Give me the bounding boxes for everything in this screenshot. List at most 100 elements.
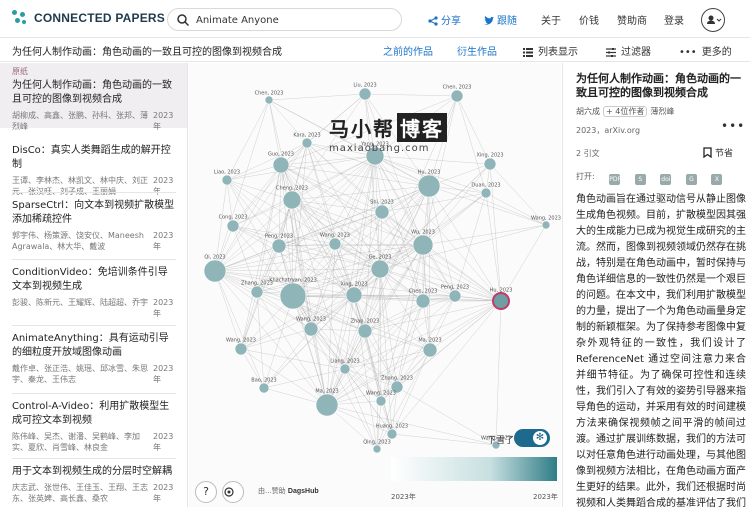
paper-node[interactable]: Wang, 2023 <box>226 338 256 356</box>
derivative-works-button[interactable]: 衍生作品 <box>457 43 497 58</box>
sponsor-credit[interactable]: 由...赞助 DagsHub <box>258 486 319 496</box>
paper-node[interactable]: Hu, 2023 <box>418 170 441 198</box>
node-label: Shi, 2023 <box>370 200 394 206</box>
paper-card[interactable]: AnimateAnything：具有运动引导的细粒度开放域图像动画 戴作卓、张正… <box>0 329 187 385</box>
paper-node-circle[interactable] <box>448 289 462 303</box>
user-icon <box>707 15 722 24</box>
graph-canvas[interactable]: Liu, 2023 Chen, 2023 Chen, 2023 Kara, 2023 G… <box>189 63 561 507</box>
paper-node-circle[interactable] <box>357 323 373 339</box>
paper-node[interactable]: Kara, 2023 <box>293 133 321 149</box>
paper-node[interactable]: Cong, 2023 <box>219 215 248 233</box>
node-label: Cong, 2023 <box>219 215 248 221</box>
share-button[interactable]: 分享 <box>428 12 461 27</box>
detail-last-author[interactable]: 薄烈峰 <box>650 107 674 116</box>
paper-node[interactable]: Bao, 2023 <box>251 378 277 394</box>
paper-node-circle[interactable] <box>250 285 264 299</box>
paper-node-circle[interactable] <box>372 444 382 454</box>
paper-node-circle[interactable] <box>358 87 372 101</box>
paper-node-circle[interactable] <box>282 190 302 210</box>
paper-node-circle[interactable] <box>412 234 434 256</box>
paper-card[interactable]: Control-A-Video：利用扩散模型生成可控文本到视频 陈伟峰、吴杰、谢… <box>0 397 187 453</box>
paper-card[interactable]: 用于文本到视频生成的分层时空解耦 庆志武、张世伟、王佳玉、王翔、王志东、张英婢、… <box>0 462 187 504</box>
paper-node-circle[interactable] <box>339 363 351 375</box>
paper-card[interactable]: 原纸 为任何人制作动画：角色动画的一致且可控的图像到视频合成 胡柳成、高鑫、张鹏… <box>0 63 187 131</box>
search-input[interactable] <box>196 12 396 28</box>
paper-node[interactable]: Wang, 2023 <box>531 216 561 230</box>
arxiv-icon[interactable]: X <box>711 174 723 185</box>
paper-node-circle[interactable] <box>279 282 307 310</box>
snow-toggle[interactable]: ✻ <box>514 429 550 447</box>
paper-year: 2023 年 <box>153 111 174 131</box>
paper-node-circle[interactable] <box>226 219 240 233</box>
follow-button[interactable]: 跟随 <box>483 12 517 27</box>
paper-node-circle[interactable] <box>328 237 342 251</box>
paper-node[interactable]: Qing, 2023 <box>363 440 391 454</box>
paper-authors: 戴作卓、张正浩、姚瑶、邱冰雪、朱思宇、秦龙、王伟志 <box>12 364 148 384</box>
paper-node[interactable]: Qi, 2023 <box>203 255 227 283</box>
divider <box>12 325 176 326</box>
paper-node-circle[interactable] <box>301 137 313 149</box>
paper-node-circle[interactable] <box>541 220 551 230</box>
paper-card[interactable]: ConditionVideo：免培训条件引导文本到视频生成 彭骏、陈新元、王耀辉… <box>0 263 187 319</box>
paper-node[interactable]: Duan, 2023 <box>471 183 501 199</box>
save-button[interactable]: 节省 <box>703 146 733 159</box>
login-link[interactable]: 登录 <box>664 12 684 27</box>
paper-card[interactable]: SparseCtrl：向文本到视频扩散模型添加稀疏控件 郭宇伟、杨策源、饶安仪、… <box>0 196 187 252</box>
paper-node-circle[interactable] <box>386 428 398 440</box>
semantic-scholar-icon[interactable]: S <box>634 174 646 185</box>
paper-node-circle[interactable] <box>303 321 319 337</box>
paper-card[interactable]: DisCo：真实人类舞蹈生成的解开控制 王谭、李林杰、林凯文、林中庆、刘正元、张… <box>0 141 187 197</box>
locate-button[interactable] <box>222 481 244 503</box>
citation-edge <box>379 224 547 270</box>
paper-node[interactable]: Chen, 2023 <box>255 91 284 105</box>
paper-node-circle[interactable] <box>375 395 387 407</box>
paper-node[interactable]: Zhang, 2023 <box>241 281 273 299</box>
paper-node-circle[interactable] <box>345 286 363 304</box>
detail-more-icon[interactable]: ••• <box>721 119 745 133</box>
paper-node[interactable]: Huang, 2023 <box>376 424 408 440</box>
paper-node-circle[interactable] <box>370 259 390 279</box>
paper-node-circle[interactable] <box>203 259 227 283</box>
more-button[interactable]: ••• 更多的 <box>679 43 732 58</box>
selected-paper-node[interactable] <box>492 292 510 310</box>
filter-button[interactable]: 过滤器 <box>606 43 651 58</box>
paper-node-circle[interactable] <box>450 89 464 103</box>
save-label: 节省 <box>715 149 734 159</box>
list-view-button[interactable]: 列表显示 <box>523 43 578 58</box>
paper-node[interactable]: Ma, 2023 <box>418 338 442 358</box>
about-link[interactable]: 关于 <box>541 12 561 27</box>
paper-node-circle[interactable] <box>422 342 438 358</box>
pricing-link[interactable]: 价钱 <box>579 12 599 27</box>
node-label: Wu, 2023 <box>411 230 435 236</box>
sponsors-link[interactable]: 赞助商 <box>617 12 647 27</box>
paper-node-circle[interactable] <box>480 187 492 199</box>
citation-edge <box>454 192 487 297</box>
search-box[interactable] <box>167 8 402 31</box>
pdf-icon[interactable]: PDF <box>609 174 621 185</box>
help-button[interactable]: ? <box>195 481 217 503</box>
paper-node[interactable]: Chen, 2023 <box>443 85 472 103</box>
detail-first-author[interactable]: 胡六成 <box>576 107 600 116</box>
paper-node-circle[interactable] <box>271 238 287 254</box>
doi-icon[interactable]: doi <box>660 174 672 185</box>
paper-node-circle[interactable] <box>315 393 339 417</box>
account-button[interactable] <box>701 8 725 32</box>
google-scholar-icon[interactable]: G <box>685 174 697 185</box>
paper-node-circle[interactable] <box>221 174 233 186</box>
paper-node[interactable]: Ma, 2023 <box>315 389 339 417</box>
paper-node-circle[interactable] <box>264 95 274 105</box>
paper-node-circle[interactable] <box>234 342 248 356</box>
paper-node[interactable]: Liu, 2023 <box>353 83 377 101</box>
paper-node-circle[interactable] <box>415 293 431 309</box>
citation-edge <box>364 93 458 97</box>
paper-node-circle[interactable] <box>374 204 390 220</box>
paper-year: 2023 年 <box>153 364 174 384</box>
paper-node-circle[interactable] <box>483 157 497 171</box>
prior-works-button[interactable]: 之前的作品 <box>383 43 433 58</box>
paper-node-circle[interactable] <box>258 382 270 394</box>
paper-node-circle[interactable] <box>272 156 290 174</box>
more-authors-button[interactable]: + 4位作者 <box>603 106 648 117</box>
logo[interactable]: CONNECTED PAPERS <box>12 10 165 26</box>
paper-node[interactable]: Wang, 2023 <box>296 317 326 337</box>
paper-node-circle[interactable] <box>417 174 441 198</box>
